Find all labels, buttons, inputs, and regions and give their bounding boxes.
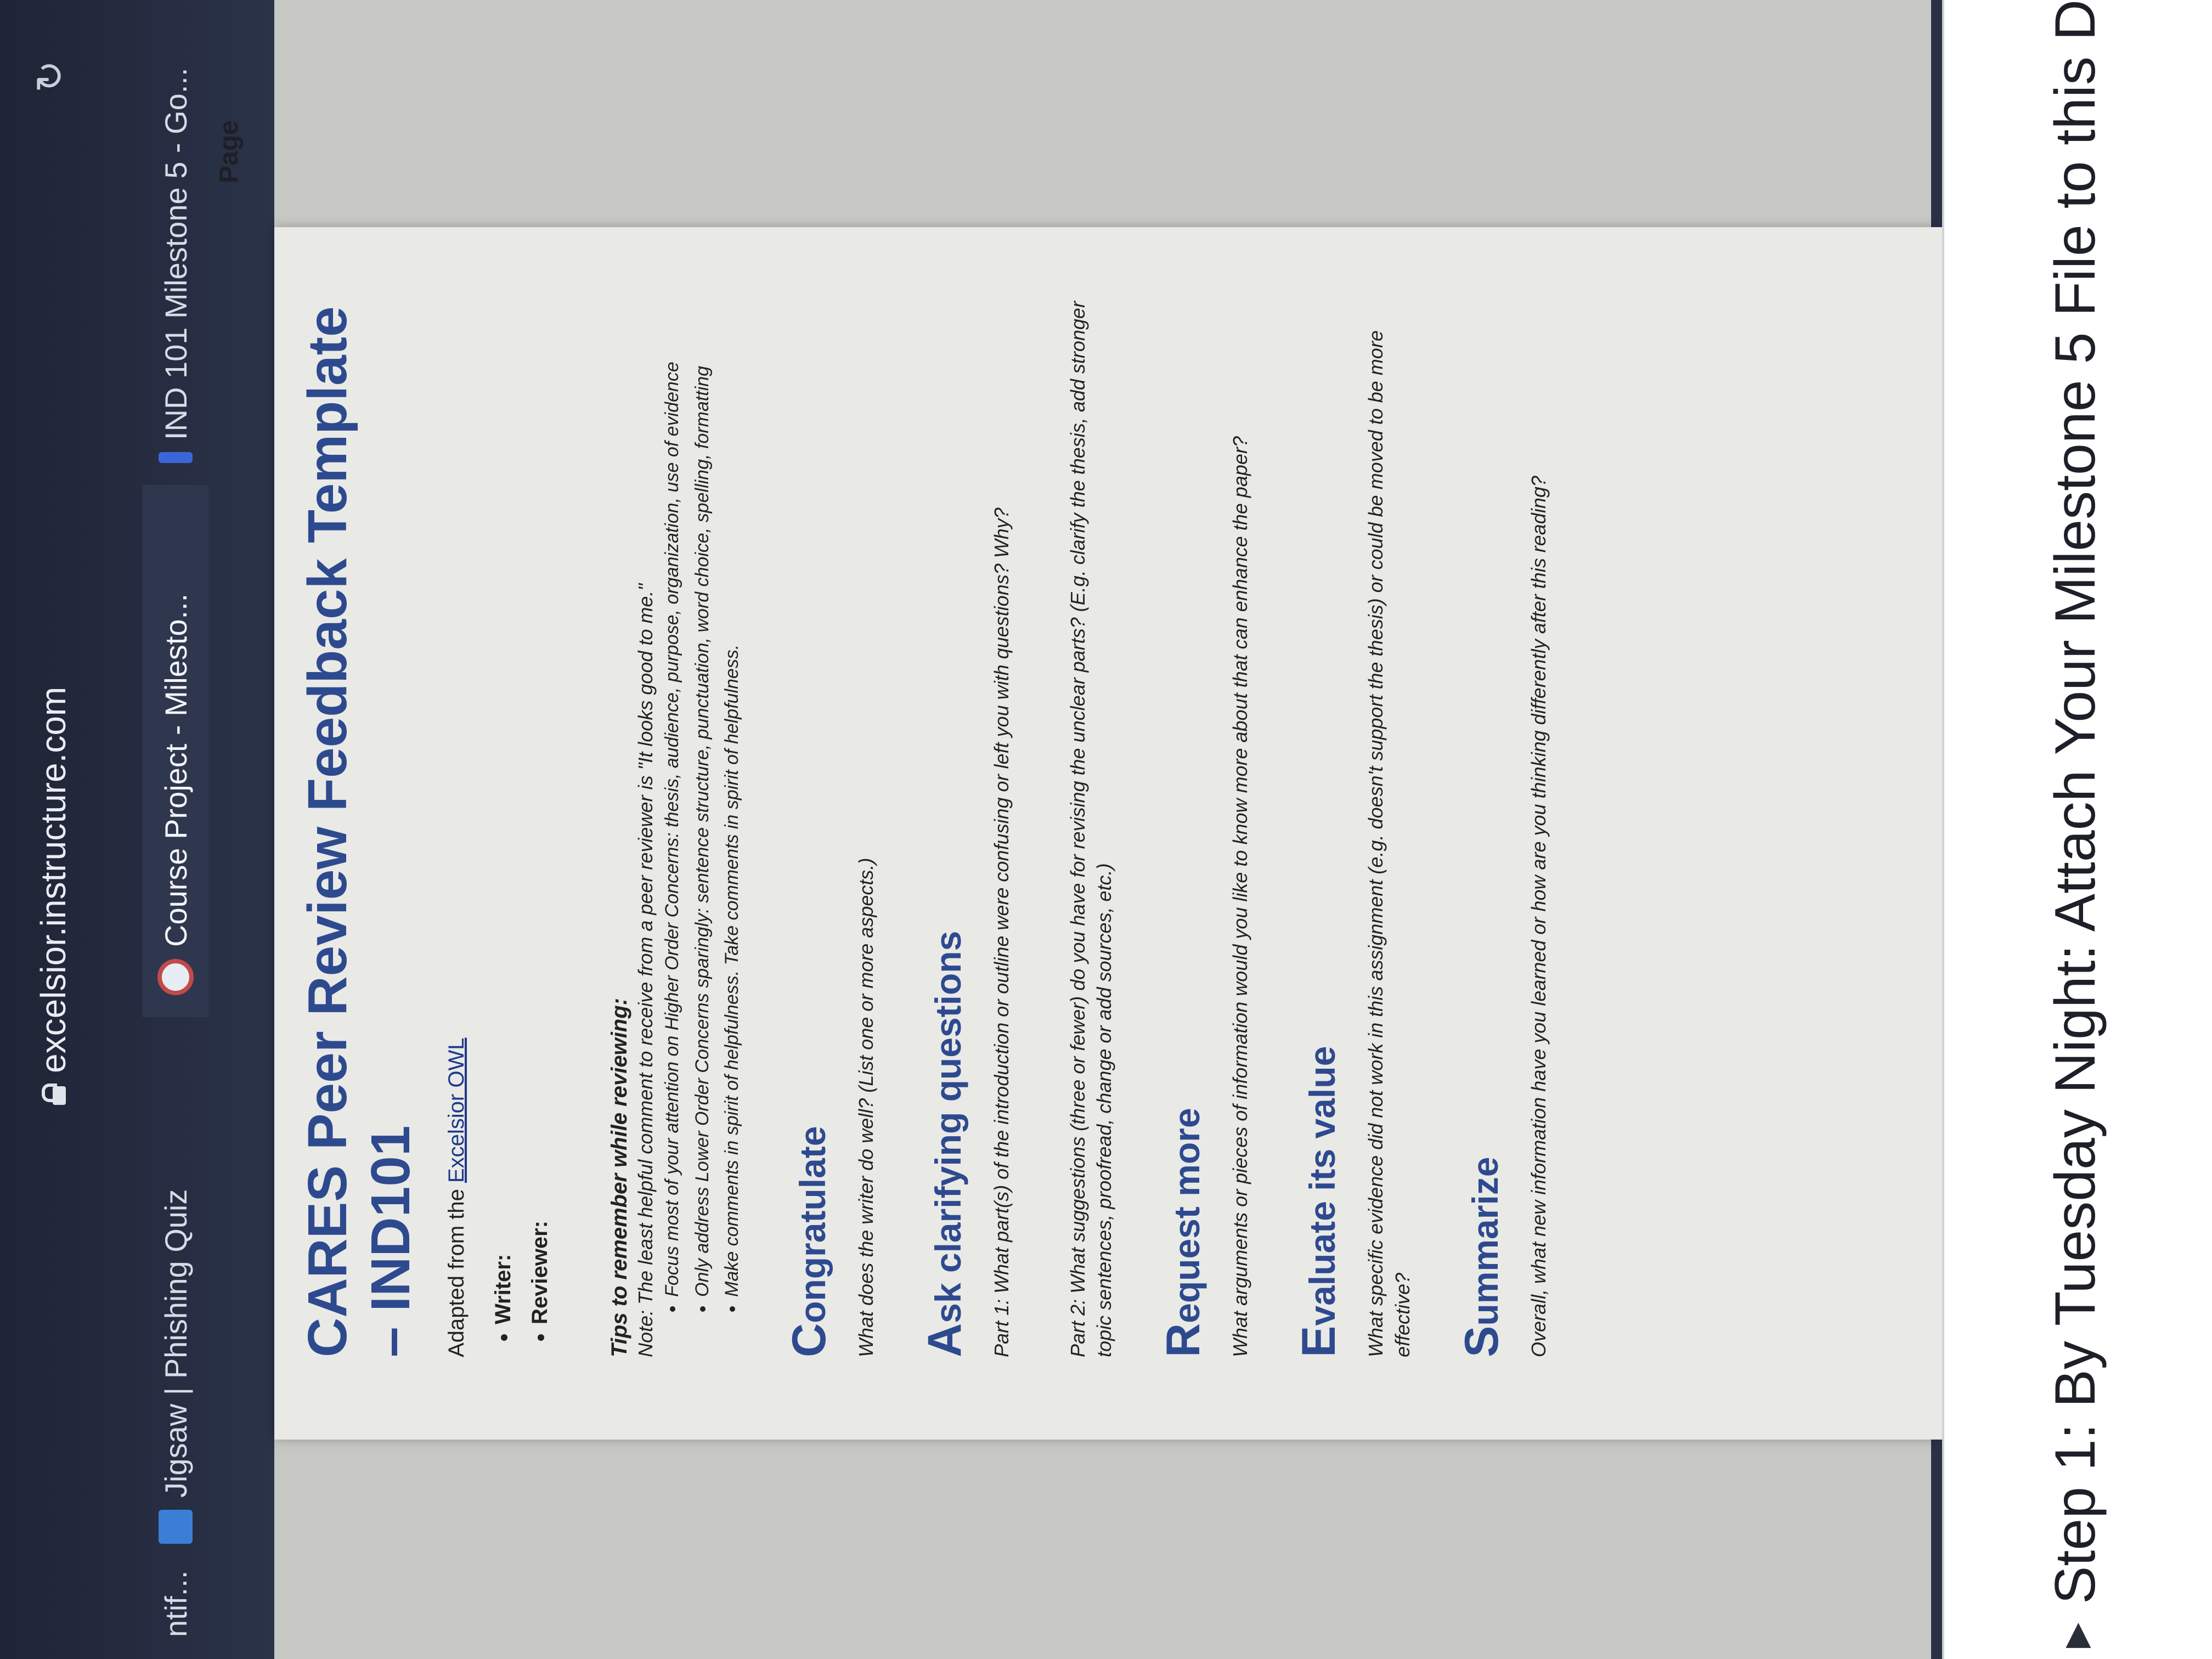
url-text: excelsior.instructure.com (33, 686, 73, 1073)
step-heading: Step 1: By Tuesday Night: Attach Your Mi… (2044, 0, 2107, 1604)
lock-icon (42, 1086, 65, 1105)
step-banner[interactable]: ▶ Step 1: By Tuesday Night: Attach Your … (1942, 0, 2212, 1659)
jigsaw-favicon-icon (159, 1510, 193, 1544)
reload-icon[interactable]: ↻ (27, 60, 72, 93)
tab-label: Jigsaw | Phishing Quiz (158, 1189, 193, 1498)
tip-item: Only address Lower Order Concerns sparin… (691, 282, 714, 1297)
section-heading-rest: sk clarifying questions (928, 930, 969, 1323)
document-favicon-icon (159, 452, 193, 463)
section-ask: Ask clarifying questions Part 1: What pa… (918, 282, 1118, 1357)
tips-list: Focus most of your attention on Higher O… (661, 282, 744, 1357)
adapted-line: Adapted from the Excelsior OWL (444, 282, 469, 1357)
section-initial: R (1156, 1323, 1210, 1357)
section-evaluate: Evaluate its value What specific evidenc… (1292, 282, 1416, 1357)
section-congratulate: Congratulate What does the writer do wel… (782, 282, 880, 1357)
section-heading: Summarize (1455, 282, 1509, 1358)
address-bar[interactable]: excelsior.instructure.com (33, 687, 74, 1105)
tab-jigsaw-phishing-quiz[interactable]: Jigsaw | Phishing Quiz (143, 1017, 208, 1566)
canvas-favicon-icon (157, 959, 194, 995)
tip-item: Make comments in spirit of helpfulness. … (720, 282, 744, 1297)
section-initial: E (1293, 1325, 1346, 1357)
section-summarize: Summarize Overall, what new information … (1455, 282, 1553, 1357)
tab-course-project[interactable]: Course Project - Milesto... (143, 485, 208, 1017)
section-initial: C (782, 1323, 836, 1357)
section-heading-rest: ongratulate (792, 1126, 833, 1323)
document-content: CARES Peer Review Feedback Template – IN… (296, 282, 1568, 1357)
section-heading-rest: ummarize (1464, 1156, 1505, 1326)
section-initial: A (918, 1323, 972, 1357)
tab-ind101-milestone[interactable]: IND 101 Milestone 5 - Go... (143, 67, 208, 485)
tip-item: Focus most of your attention on Higher O… (661, 282, 684, 1297)
tab-strip: ntif... Jigsaw | Phishing Quiz Course Pr… (143, 0, 208, 1659)
section-prompt: Part 2: What suggestions (three or fewer… (1066, 301, 1116, 1357)
document-page: CARES Peer Review Feedback Template – IN… (274, 227, 1942, 1440)
reviewer-field: Reviewer: (528, 282, 552, 1324)
tips-heading: Tips to remember while reviewing: (607, 998, 631, 1357)
tab-label: ntif... (158, 1570, 193, 1637)
excelsior-owl-link[interactable]: Excelsior OWL (444, 1038, 469, 1183)
section-heading: Ask clarifying questions (918, 282, 972, 1357)
adapted-prefix: Adapted from the (444, 1183, 469, 1357)
field-list: Writer: Reviewer: (491, 282, 552, 1357)
section-prompt: Overall, what new information have you l… (1527, 476, 1550, 1357)
section-prompt: What does the writer do well? (List one … (854, 857, 877, 1357)
photo-stage: excelsior.instructure.com ↻ ntif... Jigs… (0, 0, 2212, 1659)
tips-note: Note: The least helpful comment to recei… (634, 583, 657, 1357)
rotated-screen: excelsior.instructure.com ↻ ntif... Jigs… (0, 0, 2212, 1659)
section-heading: Request more (1156, 282, 1211, 1357)
document-title: CARES Peer Review Feedback Template – IN… (297, 306, 421, 1357)
section-prompt: What specific evidence did not work in t… (1364, 330, 1414, 1357)
section-prompt: Part 1: What part(s) of the introduction… (990, 507, 1013, 1357)
writer-field: Writer: (491, 282, 516, 1324)
page-label: Page (215, 120, 244, 183)
tab-partial[interactable]: ntif... (143, 1566, 208, 1659)
section-prompt: What arguments or pieces of information … (1228, 436, 1251, 1357)
section-initial: S (1455, 1325, 1508, 1357)
section-heading: Evaluate its value (1292, 282, 1346, 1357)
browser-chrome: excelsior.instructure.com ↻ ntif... Jigs… (0, 0, 274, 1659)
triangle-right-icon: ▶ (2057, 1622, 2094, 1648)
section-heading-rest: valuate its value (1302, 1046, 1343, 1326)
tab-label: IND 101 Milestone 5 - Go... (158, 67, 193, 440)
section-request: Request more What arguments or pieces of… (1156, 282, 1254, 1357)
tab-label: Course Project - Milesto... (158, 593, 193, 947)
section-heading: Congratulate (782, 282, 837, 1357)
document-viewer[interactable]: CARES Peer Review Feedback Template – IN… (274, 0, 1942, 1659)
section-heading-rest: equest more (1166, 1108, 1207, 1323)
